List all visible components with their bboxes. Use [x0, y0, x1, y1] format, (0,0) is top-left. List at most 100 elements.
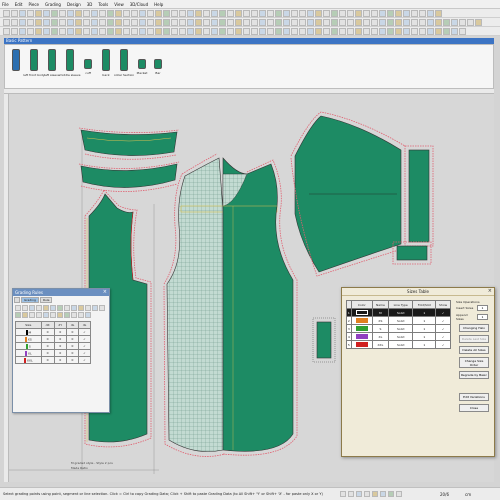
grading-tool-icon[interactable] — [15, 312, 21, 318]
check-cell[interactable]: ✓ — [77, 328, 92, 336]
menu-piece[interactable]: Piece — [28, 2, 39, 7]
toolbar-tool-icon[interactable] — [411, 9, 418, 17]
name-cell[interactable]: XL — [371, 332, 389, 341]
toolbar-tool-icon[interactable] — [171, 27, 178, 35]
dx-cell[interactable]: 0 — [40, 342, 55, 350]
piece-thumbnail[interactable]: Bar — [151, 49, 165, 75]
toolbar-tool-icon[interactable] — [235, 9, 242, 17]
collar-piece[interactable] — [78, 127, 180, 160]
toolbar-tool-icon[interactable] — [19, 18, 26, 26]
toolbar-tool-icon[interactable] — [347, 18, 354, 26]
right-front-body-piece[interactable] — [222, 157, 298, 456]
toolbar-tool-icon[interactable] — [147, 27, 154, 35]
toolbar-tool-icon[interactable] — [395, 18, 402, 26]
toolbar-tool-icon[interactable] — [395, 27, 402, 35]
grading-tool-icon[interactable] — [71, 305, 77, 311]
toolbar-tool-icon[interactable] — [395, 9, 402, 17]
toolbar-tool-icon[interactable] — [123, 18, 130, 26]
toolbar-tool-icon[interactable] — [59, 18, 66, 26]
grading-tool-icon[interactable] — [29, 305, 35, 311]
show-checkbox[interactable]: ✓ — [435, 316, 451, 325]
placket-piece[interactable] — [392, 241, 432, 265]
toolbar-tool-icon[interactable] — [131, 18, 138, 26]
toolbar-tool-icon[interactable] — [187, 9, 194, 17]
toolbar-tool-icon[interactable] — [51, 9, 58, 17]
toolbar-tool-icon[interactable] — [19, 27, 26, 35]
grading-tool-icon[interactable] — [36, 312, 42, 318]
fold-cell[interactable]: 1 — [412, 316, 437, 325]
toolbar-tool-icon[interactable] — [27, 18, 34, 26]
grading-tool-icon[interactable] — [85, 305, 91, 311]
color-cell[interactable] — [350, 316, 373, 325]
toolbar-tool-icon[interactable] — [435, 9, 442, 17]
toolbar-tool-icon[interactable] — [275, 27, 282, 35]
toolbar-tool-icon[interactable] — [235, 27, 242, 35]
grading-tool-icon[interactable] — [50, 312, 56, 318]
toolbar-tool-icon[interactable] — [195, 27, 202, 35]
dy-cell[interactable]: 0 — [53, 349, 68, 357]
toolbar-tool-icon[interactable] — [291, 27, 298, 35]
dl-cell[interactable]: 0 — [66, 328, 79, 336]
toolbar-tool-icon[interactable] — [307, 9, 314, 17]
toolbar-tool-icon[interactable] — [163, 18, 170, 26]
check-cell[interactable]: ✓ — [77, 335, 92, 343]
toolbar-tool-icon[interactable] — [379, 18, 386, 26]
grading-row[interactable]: M 0 0 0 ✓ — [15, 328, 92, 336]
dl-cell[interactable]: 0 — [66, 342, 79, 350]
change-size-order-button[interactable]: Change Size Order — [459, 357, 489, 368]
menu-3d[interactable]: 3D — [87, 2, 93, 7]
toolbar-tool-icon[interactable] — [331, 27, 338, 35]
toolbar-tool-icon[interactable] — [251, 18, 258, 26]
toolbar-tool-icon[interactable] — [299, 27, 306, 35]
toolbar-tool-icon[interactable] — [139, 18, 146, 26]
grading-row[interactable]: XL 0 0 0 ✓ — [15, 349, 92, 357]
toolbar-tool-icon[interactable] — [75, 27, 82, 35]
toolbar-tool-icon[interactable] — [387, 9, 394, 17]
size-row[interactable]: 3 S Solid 1 ✓ — [346, 324, 451, 333]
linetype-cell[interactable]: Solid — [387, 308, 414, 317]
toolbar-tool-icon[interactable] — [315, 18, 322, 26]
toolbar-tool-icon[interactable] — [283, 27, 290, 35]
toolbar-tool-icon[interactable] — [99, 9, 106, 17]
toolbar-tool-icon[interactable] — [107, 9, 114, 17]
name-cell[interactable]: M — [371, 308, 389, 317]
fold-cell[interactable]: 1 — [412, 324, 437, 333]
pocket-piece[interactable] — [312, 317, 336, 363]
piece-thumbnail[interactable] — [9, 49, 23, 73]
toolbar-tool-icon[interactable] — [19, 9, 26, 17]
toolbar-tool-icon[interactable] — [459, 27, 466, 35]
sleeve-piece[interactable] — [290, 111, 406, 277]
toolbar-tool-icon[interactable] — [35, 9, 42, 17]
grading-tool-icon[interactable] — [64, 312, 70, 318]
grading-tool-icon[interactable] — [78, 305, 84, 311]
size-row[interactable]: 5 XXL Solid 1 ✓ — [346, 340, 451, 349]
toolbar-tool-icon[interactable] — [219, 27, 226, 35]
toolbar-tool-icon[interactable] — [171, 18, 178, 26]
status-tool-icon[interactable] — [372, 491, 378, 497]
size-row[interactable]: 1 M Solid 1 ✓ — [346, 308, 451, 317]
name-cell[interactable]: S — [371, 324, 389, 333]
piece-thumbnail[interactable]: back — [99, 49, 113, 77]
toolbar-tool-icon[interactable] — [459, 18, 466, 26]
grading-tool-icon[interactable] — [57, 312, 63, 318]
toolbar-tool-icon[interactable] — [443, 18, 450, 26]
toolbar-tool-icon[interactable] — [91, 9, 98, 17]
toolbar-tool-icon[interactable] — [411, 27, 418, 35]
toolbar-tool-icon[interactable] — [3, 9, 10, 17]
dy-cell[interactable]: 0 — [53, 342, 68, 350]
toolbar-tool-icon[interactable] — [123, 27, 130, 35]
toolbar-tool-icon[interactable] — [251, 9, 258, 17]
toolbar-tool-icon[interactable] — [387, 27, 394, 35]
toolbar-tool-icon[interactable] — [315, 9, 322, 17]
toolbar-tool-icon[interactable] — [163, 27, 170, 35]
toolbar-tool-icon[interactable] — [155, 18, 162, 26]
toolbar-tool-icon[interactable] — [403, 9, 410, 17]
grading-tool-icon[interactable] — [29, 312, 35, 318]
toolbar-tool-icon[interactable] — [419, 9, 426, 17]
toolbar-tool-icon[interactable] — [299, 18, 306, 26]
dy-cell[interactable]: 0 — [53, 335, 68, 343]
toolbar-tool-icon[interactable] — [147, 18, 154, 26]
grading-tool-icon[interactable] — [57, 305, 63, 311]
grading-rules-window[interactable]: Grading Rules × Grading Rule Size dX dY … — [12, 288, 110, 413]
show-checkbox[interactable]: ✓ — [435, 340, 451, 349]
